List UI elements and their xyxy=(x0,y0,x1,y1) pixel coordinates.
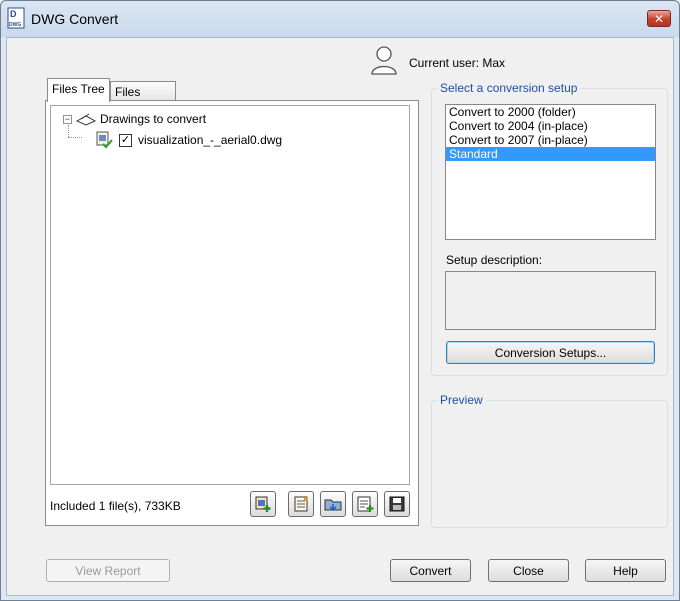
close-window-button[interactable]: ✕ xyxy=(647,10,671,27)
tree-connector-horizontal xyxy=(68,137,82,138)
files-tree-panel: − Drawings to convert ✓ visualization_-_… xyxy=(45,100,419,526)
setup-item-2000[interactable]: Convert to 2000 (folder) xyxy=(446,105,655,119)
conversion-setup-title: Select a conversion setup xyxy=(437,81,581,95)
title-bar[interactable]: D DWG DWG Convert ✕ xyxy=(1,1,679,37)
open-folder-button[interactable] xyxy=(320,491,346,517)
tab-files-tree-label: Files Tree xyxy=(52,82,105,96)
open-folder-icon xyxy=(324,499,342,512)
tab-files-tree[interactable]: Files Tree xyxy=(47,78,110,102)
setup-item-2004[interactable]: Convert to 2004 (in-place) xyxy=(446,119,655,133)
setup-description-box xyxy=(445,271,656,330)
svg-text:DWG: DWG xyxy=(9,22,21,28)
file-name: visualization_-_aerial0.dwg xyxy=(138,133,283,147)
conversion-setups-button[interactable]: Conversion Setups... xyxy=(446,341,655,364)
help-button[interactable]: Help xyxy=(585,559,666,582)
save-icon xyxy=(389,496,405,512)
save-button[interactable] xyxy=(384,491,410,517)
file-row[interactable]: ✓ visualization_-_aerial0.dwg xyxy=(95,131,282,149)
file-list-icon xyxy=(294,496,308,512)
user-icon xyxy=(371,46,397,75)
close-button[interactable]: Close xyxy=(488,559,569,582)
preview-group xyxy=(431,400,668,528)
tree-root-row[interactable]: − Drawings to convert xyxy=(63,112,206,126)
add-file-button[interactable] xyxy=(250,491,276,517)
dwg-file-status-icon xyxy=(96,131,113,149)
dwg-convert-window: D DWG DWG Convert ✕ Current user: Max Fi… xyxy=(0,0,680,601)
dwg-app-icon: D DWG xyxy=(7,7,25,29)
conversion-setup-list[interactable]: Convert to 2000 (folder) Convert to 2004… xyxy=(445,104,656,240)
current-user-label: Current user: Max xyxy=(409,56,506,70)
file-list-button[interactable] xyxy=(288,491,314,517)
view-report-button[interactable]: View Report xyxy=(46,559,170,582)
setup-item-standard[interactable]: Standard xyxy=(446,147,655,161)
setup-item-2007[interactable]: Convert to 2007 (in-place) xyxy=(446,133,655,147)
list-add-icon xyxy=(357,496,374,512)
included-files-status: Included 1 file(s), 733KB xyxy=(50,499,181,513)
tree-connector xyxy=(68,125,69,137)
drawings-icon xyxy=(75,113,97,126)
file-checkbox[interactable]: ✓ xyxy=(119,133,132,147)
add-file-icon xyxy=(255,496,271,512)
files-tree[interactable]: − Drawings to convert ✓ visualization_-_… xyxy=(50,105,410,485)
window-title: DWG Convert xyxy=(31,11,119,27)
svg-text:D: D xyxy=(10,9,17,19)
preview-title: Preview xyxy=(437,393,486,407)
convert-button[interactable]: Convert xyxy=(390,559,471,582)
list-add-button[interactable] xyxy=(352,491,378,517)
collapse-expander[interactable]: − xyxy=(63,114,72,124)
tree-root-label: Drawings to convert xyxy=(100,112,207,126)
setup-description-label: Setup description: xyxy=(446,253,543,267)
dialog-client-area: Current user: Max Files Tree Files Table… xyxy=(6,37,674,596)
